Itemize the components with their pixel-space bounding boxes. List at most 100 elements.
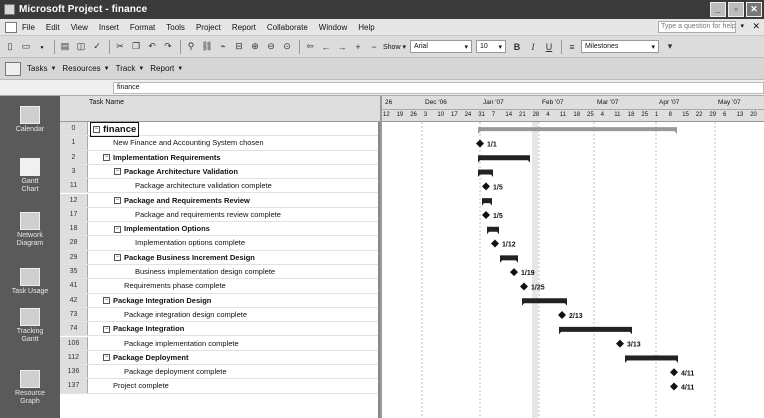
guide-resources-label: Resources <box>62 64 101 73</box>
cut-icon[interactable]: ✂ <box>113 40 127 54</box>
task-name-text: Package implementation complete <box>124 338 239 348</box>
filter-dropdown[interactable]: Milestones ▾ <box>580 40 659 53</box>
timescale-week: 7 <box>491 112 496 118</box>
hyperlink-icon[interactable]: ⚲ <box>184 40 198 54</box>
column-header-task-name[interactable]: Task Name <box>89 99 124 106</box>
indent-icon[interactable]: → <box>335 40 349 54</box>
table-row[interactable]: 2 − Implementation Requirements <box>60 150 378 165</box>
save-icon[interactable]: ▪ <box>35 40 49 54</box>
menu-help[interactable]: Help <box>358 23 374 32</box>
table-row[interactable]: 29 − Package Business Increment Design <box>60 250 378 265</box>
chevron-down-icon: ▾ <box>498 43 502 51</box>
minimize-button[interactable]: _ <box>710 2 726 17</box>
print-preview-icon[interactable]: ◫ <box>74 40 88 54</box>
menu-format[interactable]: Format <box>130 23 155 32</box>
view-network-diagram[interactable]: Network Diagram <box>0 212 60 248</box>
print-icon[interactable]: ▤ <box>58 40 72 54</box>
collapse-toggle-icon[interactable]: − <box>114 254 121 262</box>
table-row[interactable]: 11 Package architecture validation comple… <box>60 179 378 194</box>
chevron-down-icon: ▾ <box>464 43 468 51</box>
view-tracking-gantt[interactable]: Tracking Gantt <box>0 308 60 344</box>
show-dropdown[interactable]: Show ▾ <box>383 43 406 51</box>
menu-tools[interactable]: Tools <box>166 23 185 32</box>
table-row[interactable]: 0− finance <box>60 122 378 137</box>
table-row[interactable]: 28 Implementation options complete <box>60 236 378 251</box>
guide-track[interactable]: Track ▼ <box>116 64 145 73</box>
table-row[interactable]: 42 − Package Integration Design <box>60 293 378 308</box>
collapse-toggle-icon[interactable]: − <box>103 297 110 305</box>
guide-tasks[interactable]: Tasks ▼ <box>27 64 56 73</box>
redo-icon[interactable]: ↷ <box>161 40 175 54</box>
table-row[interactable]: 73 Package integration design complete <box>60 307 378 323</box>
copy-icon[interactable]: ❐ <box>129 40 143 54</box>
guide-report[interactable]: Report ▼ <box>150 64 183 73</box>
menu-window[interactable]: Window <box>319 23 347 32</box>
font-dropdown[interactable]: Arial ▾ <box>409 40 472 53</box>
indent-left-icon[interactable]: ⇦ <box>303 40 317 54</box>
collapse-toggle-icon[interactable]: − <box>103 354 110 362</box>
bold-button[interactable]: B <box>510 40 524 54</box>
menu-file[interactable]: File <box>22 23 35 32</box>
task-name-text: Package integration design complete <box>124 309 247 319</box>
milestone-diamond <box>558 311 566 320</box>
table-row[interactable]: 17 Package and requirements review comple… <box>60 207 378 223</box>
view-resource-graph[interactable]: Resource Graph <box>0 370 60 406</box>
project-guide-icon[interactable] <box>5 61 21 76</box>
task-name: − Package Deployment <box>103 351 188 364</box>
help-search-input[interactable]: Type a question for help <box>658 21 736 33</box>
spelling-icon[interactable]: ✓ <box>90 40 104 54</box>
gantt-bars: 1/1 1/5 1/5 1/12 1/19 1/25 2/13 3/13 4/11 4/11 <box>421 122 716 418</box>
table-row[interactable]: 112 − Package Deployment <box>60 350 378 366</box>
close-button[interactable]: ✕ <box>746 2 762 17</box>
undo-icon[interactable]: ↶ <box>145 40 159 54</box>
collapse-toggle-icon[interactable]: − <box>114 225 121 233</box>
table-row[interactable]: 74 − Package Integration <box>60 322 378 337</box>
table-row[interactable]: 106 Package implementation complete <box>60 336 378 351</box>
autofilter-icon[interactable]: ▾ <box>663 40 677 54</box>
menu-report[interactable]: Report <box>232 23 256 32</box>
table-row[interactable]: 1 New Finance and Accounting System chose… <box>60 136 378 151</box>
menu-edit[interactable]: Edit <box>46 23 60 32</box>
view-task-usage[interactable]: Task Usage <box>0 268 60 296</box>
hide-subtasks-icon[interactable]: − <box>367 40 381 54</box>
font-size-dropdown[interactable]: 10 ▾ <box>475 40 506 53</box>
menu-collaborate[interactable]: Collaborate <box>267 23 308 32</box>
menu-project[interactable]: Project <box>196 23 221 32</box>
open-icon[interactable]: ▭ <box>19 40 33 54</box>
unlink-tasks-icon[interactable]: ⌁ <box>216 40 230 54</box>
table-row[interactable]: 41 Requirements phase complete <box>60 279 378 294</box>
help-dropdown-icon[interactable]: ▾ <box>740 22 744 30</box>
table-row[interactable]: 12 − Package and Requirements Review <box>60 193 378 208</box>
collapse-toggle-icon[interactable]: − <box>93 125 100 133</box>
collapse-toggle-icon[interactable]: − <box>114 168 121 176</box>
menu-insert[interactable]: Insert <box>99 23 119 32</box>
zoom-out-icon[interactable]: ⊖ <box>264 40 278 54</box>
restore-button[interactable]: ▫ <box>728 2 744 17</box>
goto-task-icon[interactable]: ⊙ <box>280 40 294 54</box>
view-calendar[interactable]: Calendar <box>0 106 60 134</box>
underline-button[interactable]: U <box>542 40 556 54</box>
view-gantt-chart[interactable]: Gantt Chart <box>0 158 60 194</box>
table-row[interactable]: 3 − Package Architecture Validation <box>60 164 378 180</box>
split-task-icon[interactable]: ⊟ <box>232 40 246 54</box>
link-tasks-icon[interactable]: ⛓ <box>200 40 214 54</box>
zoom-in-icon[interactable]: ⊕ <box>248 40 262 54</box>
collapse-toggle-icon[interactable]: − <box>103 154 110 162</box>
table-row[interactable]: 137 Project complete <box>60 379 378 394</box>
italic-button[interactable]: I <box>526 40 540 54</box>
row-id: 2 <box>60 150 88 164</box>
menu-view[interactable]: View <box>71 23 88 32</box>
entry-field[interactable]: finance <box>113 82 764 94</box>
align-icon[interactable]: ≡ <box>565 40 579 54</box>
collapse-toggle-icon[interactable]: − <box>114 197 121 205</box>
close-document-icon[interactable]: ✕ <box>752 21 760 32</box>
show-subtasks-icon[interactable]: + <box>351 40 365 54</box>
outdent-icon[interactable]: ← <box>319 40 333 54</box>
new-icon[interactable]: ▯ <box>3 40 17 54</box>
document-icon[interactable] <box>5 21 17 33</box>
guide-resources[interactable]: Resources ▼ <box>62 64 109 73</box>
table-row[interactable]: 35 Business implementation design complet… <box>60 265 378 280</box>
table-row[interactable]: 136 Package deployment complete <box>60 365 378 380</box>
collapse-toggle-icon[interactable]: − <box>103 325 110 333</box>
table-row[interactable]: 18 − Implementation Options <box>60 222 378 237</box>
